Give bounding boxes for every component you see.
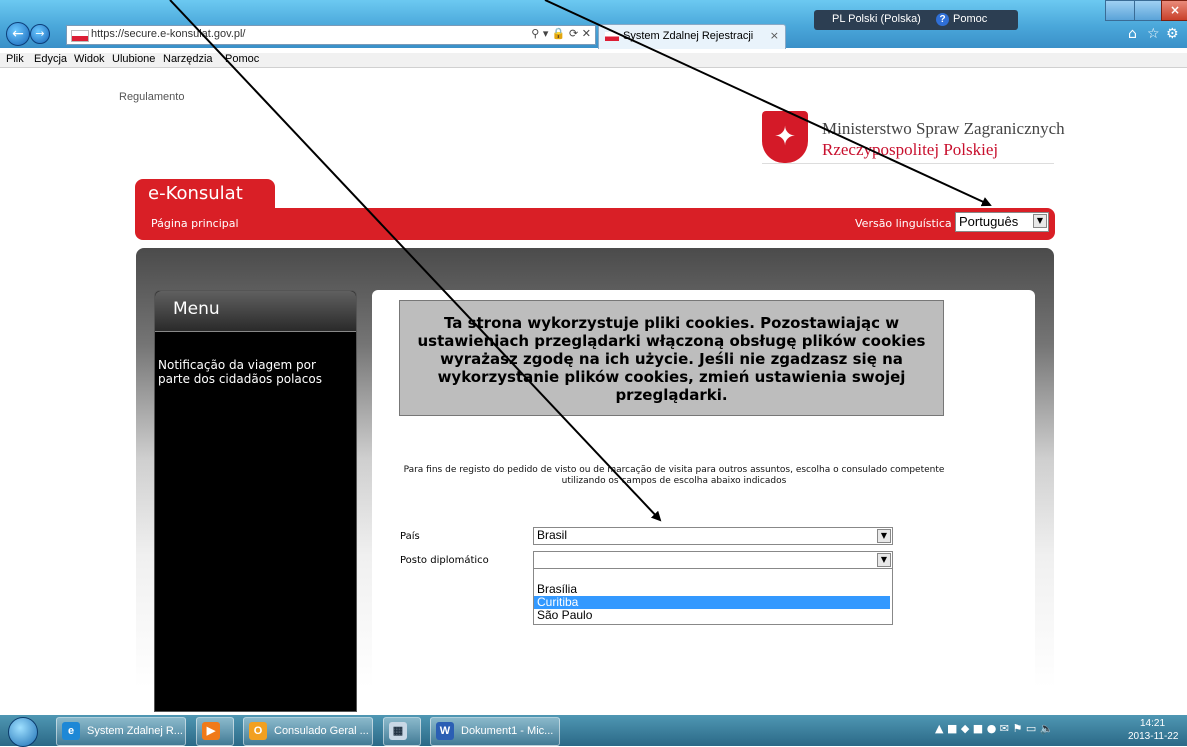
- post-dropdown-list: Brasília Curitiba São Paulo: [533, 568, 893, 625]
- menu-pomoc[interactable]: Pomoc: [225, 53, 259, 65]
- side-menu-item-travel-notification[interactable]: Notificação da viagem por parte dos cida…: [158, 358, 338, 386]
- word-icon: W: [436, 722, 454, 740]
- language-select[interactable]: Português ▼: [955, 212, 1049, 232]
- menu-ulubione[interactable]: Ulubione: [112, 53, 155, 65]
- ministry-name-line2: Rzeczypospolitej Polskiej: [822, 140, 999, 159]
- side-menu-title: Menu: [173, 299, 220, 319]
- favorites-star-icon[interactable]: ☆: [1147, 26, 1160, 42]
- start-button[interactable]: [8, 717, 38, 747]
- cookie-notice-text: Ta strona wykorzystuje pliki cookies. Po…: [417, 314, 926, 404]
- taskbar: e System Zdalnej R... ▶ O Consulado Gera…: [0, 715, 1187, 747]
- poland-flag-icon: [71, 30, 89, 42]
- taskbar-item-label: System Zdalnej R...: [87, 725, 183, 737]
- taskbar-item-outlook[interactable]: O Consulado Geral ...: [243, 717, 373, 746]
- language-indicator-label: PL Polski (Polska): [832, 13, 921, 25]
- gear-icon[interactable]: ⚙: [1166, 26, 1179, 42]
- browser-titlebar: ← → https://secure.e-konsulat.gov.pl/ ⚲ …: [0, 0, 1187, 49]
- menu-edycja[interactable]: Edycja: [34, 53, 67, 65]
- browser-menubar: Plik Edycja Widok Ulubione Narzędzia Pom…: [0, 53, 1187, 68]
- side-menu-header: Menu: [155, 291, 356, 332]
- instruction-text: Para fins de registo do pedido de visto …: [403, 465, 945, 486]
- language-version-label: Versão linguística: [855, 217, 952, 230]
- tab-title: System Zdalnej Rejestracji: [623, 30, 754, 42]
- help-icon: ?: [936, 13, 949, 26]
- polish-eagle-emblem-icon: ✦: [762, 111, 808, 163]
- outlook-icon: O: [249, 722, 267, 740]
- calculator-icon: ▦: [389, 722, 407, 740]
- post-option-brasilia[interactable]: Brasília: [534, 583, 890, 596]
- tab-active[interactable]: System Zdalnej Rejestracji ×: [598, 24, 786, 49]
- taskbar-item-word[interactable]: W Dokument1 - Mic...: [430, 717, 560, 746]
- poland-flag-icon: [605, 32, 619, 41]
- chevron-down-icon[interactable]: ▼: [877, 529, 891, 543]
- search-refresh-icons[interactable]: ⚲ ▾ 🔒 ⟳ ✕: [531, 27, 591, 40]
- regulamento-link[interactable]: Regulamento: [119, 91, 184, 103]
- menu-widok[interactable]: Widok: [74, 53, 105, 65]
- home-icon[interactable]: ⌂: [1128, 26, 1137, 42]
- country-select-value: Brasil: [537, 528, 568, 542]
- home-link[interactable]: Página principal: [151, 217, 239, 230]
- address-bar[interactable]: https://secure.e-konsulat.gov.pl/ ⚲ ▾ 🔒 …: [66, 25, 596, 45]
- tab-close-button[interactable]: ×: [770, 29, 779, 42]
- country-select[interactable]: Brasil ▼: [533, 527, 893, 545]
- post-option-sao-paulo[interactable]: São Paulo: [534, 609, 890, 622]
- site-title: e-Konsulat: [148, 183, 243, 204]
- chevron-down-icon[interactable]: ▼: [1033, 214, 1047, 228]
- taskbar-item-calculator[interactable]: ▦: [383, 717, 421, 746]
- post-label: Posto diplomático: [400, 555, 489, 566]
- ministry-name-line1: Ministerstwo Spraw Zagranicznych: [822, 119, 1065, 138]
- system-tray-icons[interactable]: ▲ ■ ◆ ■ ● ✉ ⚑ ▭ 🔈: [935, 722, 1053, 735]
- language-select-value: Português: [959, 214, 1019, 229]
- clock-time[interactable]: 14:21: [1140, 718, 1165, 729]
- taskbar-item-ie[interactable]: e System Zdalnej R...: [56, 717, 186, 746]
- nav-bar: Página principal Versão linguística Port…: [135, 208, 1055, 240]
- internet-explorer-icon: e: [62, 722, 80, 740]
- logo-divider: [762, 163, 1054, 164]
- forward-button[interactable]: →: [30, 24, 50, 44]
- post-option-empty[interactable]: [534, 570, 890, 583]
- clock-date[interactable]: 2013-11-22: [1128, 731, 1178, 742]
- cookie-notice: Ta strona wykorzystuje pliki cookies. Po…: [399, 300, 944, 416]
- address-text: https://secure.e-konsulat.gov.pl/: [91, 28, 246, 40]
- country-label: País: [400, 531, 420, 542]
- taskbar-item-label: Dokument1 - Mic...: [461, 725, 554, 737]
- back-button[interactable]: ←: [6, 22, 30, 46]
- close-window-button[interactable]: ×: [1161, 0, 1187, 21]
- menu-plik[interactable]: Plik: [6, 53, 24, 65]
- chevron-down-icon[interactable]: ▼: [877, 553, 891, 567]
- help-label[interactable]: Pomoc: [953, 13, 987, 25]
- language-indicator[interactable]: PL Polski (Polska) ? Pomoc: [814, 10, 1018, 30]
- taskbar-item-media[interactable]: ▶: [196, 717, 234, 746]
- minimize-button[interactable]: [1105, 0, 1135, 21]
- post-select[interactable]: ▼: [533, 551, 893, 569]
- maximize-button[interactable]: [1134, 0, 1162, 21]
- taskbar-item-label: Consulado Geral ...: [274, 725, 369, 737]
- menu-narzedzia[interactable]: Narzędzia: [163, 53, 213, 65]
- media-player-icon: ▶: [202, 722, 220, 740]
- side-menu: Menu Notificação da viagem por parte dos…: [154, 290, 357, 712]
